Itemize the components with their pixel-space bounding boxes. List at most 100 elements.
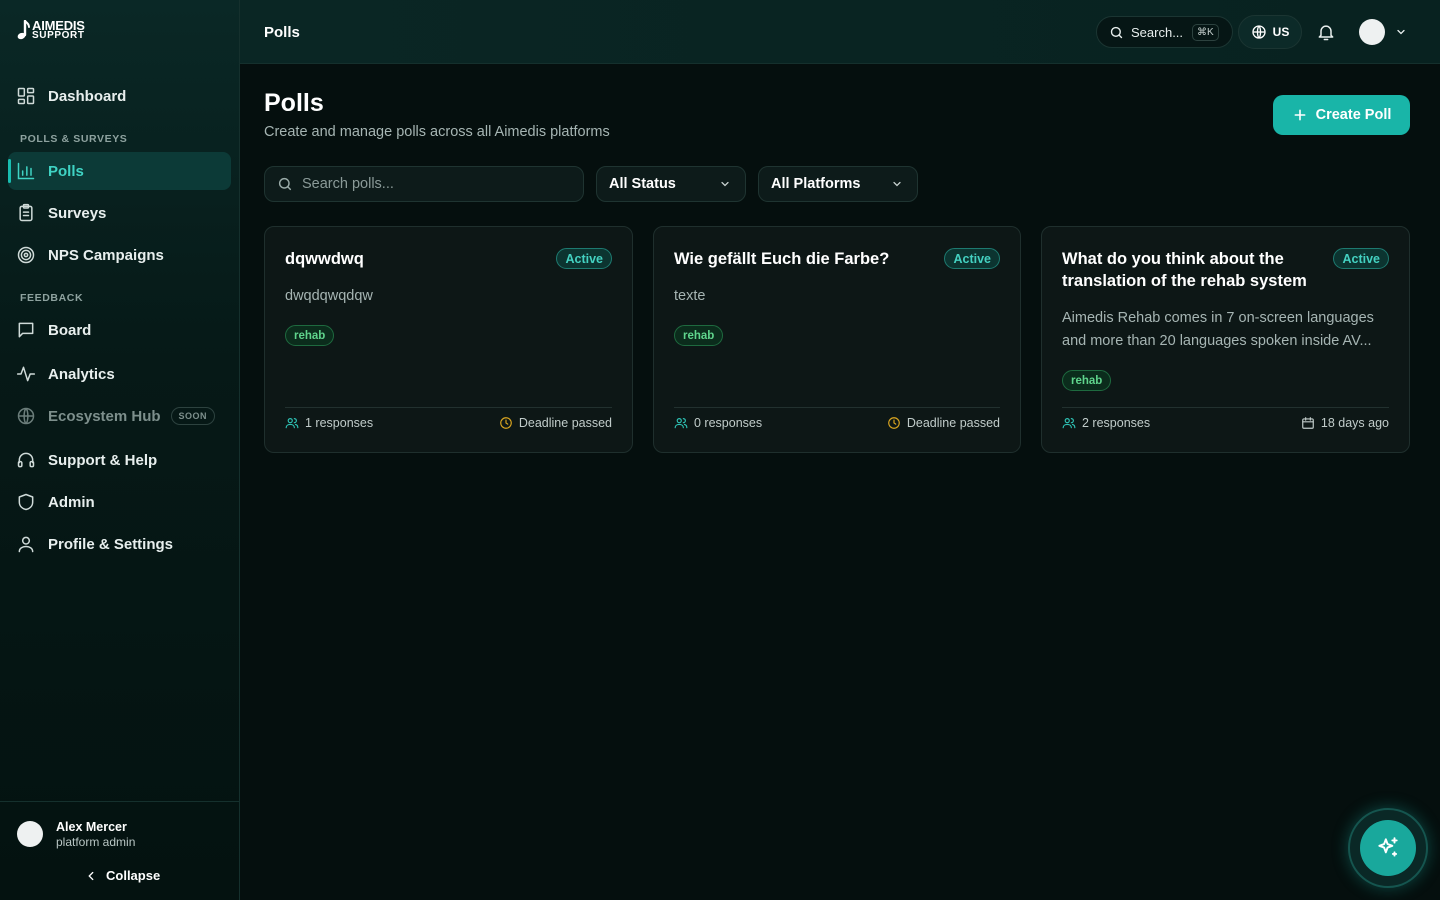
poll-title: What do you think about the translation … [1062, 250, 1307, 290]
card-divider [1062, 407, 1389, 408]
sidebar-item-label: Analytics [48, 365, 115, 383]
response-count: 0 responses [674, 416, 762, 430]
sidebar-item-label: Profile & Settings [48, 535, 174, 553]
chevron-down-icon [721, 181, 729, 187]
chevron-down-icon [893, 181, 901, 187]
activity-icon [16, 366, 36, 382]
sidebar-item-nps[interactable]: NPS Campaigns [8, 236, 231, 274]
avatar[interactable] [17, 821, 43, 847]
card-divider [674, 407, 1000, 408]
created-date-text: 18 days ago [1320, 416, 1389, 430]
create-poll-button[interactable]: Create Poll [1273, 95, 1410, 135]
user-block: Alex Mercer platform admin Collapse [0, 801, 239, 900]
search-icon [1110, 26, 1123, 38]
globe-icon [17, 407, 35, 425]
message-square-icon [18, 322, 34, 338]
poll-description: texte [674, 288, 706, 304]
chevron-down-icon[interactable] [1395, 26, 1407, 38]
platform-filter-value: All Platforms [771, 176, 861, 192]
search-label: Search... [1131, 24, 1184, 40]
poll-search-input[interactable] [302, 176, 562, 192]
deadline-status: Deadline passed [887, 416, 1000, 430]
poll-description: dwqdqwqdqw [285, 288, 373, 304]
card-divider [285, 407, 612, 408]
bell-icon[interactable] [1316, 22, 1336, 42]
ai-assistant-button[interactable] [1348, 808, 1428, 888]
poll-search-field [264, 166, 584, 202]
sidebar-item-label: Dashboard [48, 87, 127, 105]
create-poll-label: Create Poll [1315, 107, 1392, 123]
sidebar-item-label: Ecosystem Hub [48, 407, 161, 425]
users-icon [674, 418, 688, 429]
poll-description: Aimedis Rehab comes in 7 on-screen langu… [1062, 310, 1374, 349]
status-filter-select[interactable]: All Status [596, 166, 746, 202]
sidebar-item-surveys[interactable]: Surveys [8, 194, 231, 232]
sidebar-item-label: Polls [48, 162, 84, 180]
sidebar-item-ecosystem[interactable]: Ecosystem Hub SOON [8, 397, 231, 435]
platform-filter-select[interactable]: All Platforms [758, 166, 918, 202]
global-search-button[interactable]: Search... ⌘K [1096, 16, 1233, 48]
status-filter-value: All Status [609, 176, 676, 192]
sidebar-item-dashboard[interactable]: Dashboard [8, 77, 231, 115]
created-date: 18 days ago [1301, 416, 1389, 430]
sidebar-item-label: NPS Campaigns [48, 246, 164, 264]
platform-tag: rehab [285, 325, 335, 346]
clipboard-icon [19, 203, 33, 222]
status-badge: Active [1333, 248, 1389, 269]
clock-icon [500, 417, 512, 429]
headphones-icon [17, 452, 35, 468]
response-count-text: 2 responses [1082, 416, 1151, 430]
sidebar-item-analytics[interactable]: Analytics [8, 355, 231, 393]
sidebar-item-board[interactable]: Board [8, 311, 231, 349]
ai-assistant-inner [1360, 820, 1416, 876]
poll-card[interactable]: Wie gefällt Euch die Farbe? Active texte… [653, 226, 1021, 453]
topbar: Polls Search... ⌘K US [240, 0, 1440, 64]
users-icon [285, 418, 299, 429]
response-count-text: 1 responses [305, 416, 374, 430]
section-label-polls: POLLS & SURVEYS [20, 133, 128, 145]
target-icon [17, 246, 35, 264]
search-icon [278, 177, 292, 191]
brand-sub: SUPPORT [32, 30, 85, 41]
clock-icon [888, 417, 900, 429]
page-subtitle: Create and manage polls across all Aimed… [264, 124, 610, 140]
poll-title: dqwwdwq [285, 250, 364, 268]
sidebar-item-label: Board [48, 321, 92, 339]
user-name: Alex Mercer [56, 820, 127, 834]
sidebar-item-label: Support & Help [48, 451, 158, 469]
globe-icon [1251, 25, 1266, 39]
deadline-text: Deadline passed [906, 416, 1000, 430]
brand-logo[interactable]: AIMEDIS SUPPORT [16, 19, 85, 42]
users-icon [1062, 418, 1076, 429]
shield-icon [18, 493, 34, 511]
deadline-status: Deadline passed [499, 416, 612, 430]
music-note-icon [17, 20, 30, 40]
platform-tag: rehab [1062, 370, 1112, 391]
response-count: 2 responses [1062, 416, 1150, 430]
language-code: US [1272, 25, 1290, 39]
poll-card[interactable]: What do you think about the translation … [1041, 226, 1410, 453]
sidebar: AIMEDIS SUPPORT Dashboard POLLS & SURVEY… [0, 0, 240, 900]
page-title: Polls [264, 89, 324, 117]
poll-card[interactable]: dqwwdwq Active dwqdqwqdqw rehab 1 respon… [264, 226, 633, 453]
language-selector[interactable]: US [1238, 15, 1302, 49]
sparkles-icon [1378, 837, 1398, 857]
response-count-text: 0 responses [694, 416, 763, 430]
sidebar-item-polls[interactable]: Polls [8, 152, 231, 190]
section-label-feedback: FEEDBACK [20, 292, 84, 304]
sidebar-item-support[interactable]: Support & Help [8, 441, 231, 479]
sidebar-item-profile[interactable]: Profile & Settings [8, 525, 231, 563]
sidebar-item-label: Admin [48, 493, 95, 511]
user-avatar-button[interactable] [1359, 19, 1385, 45]
poll-title: Wie gefällt Euch die Farbe? [674, 250, 890, 268]
sidebar-item-label: Surveys [48, 204, 107, 222]
user-icon [18, 536, 34, 553]
soon-badge: SOON [170, 407, 216, 425]
calendar-icon [1302, 417, 1314, 429]
bar-chart-icon [17, 162, 35, 180]
keyboard-shortcut: ⌘K [1192, 23, 1219, 41]
sidebar-item-admin[interactable]: Admin [8, 483, 231, 521]
plus-icon [1294, 109, 1306, 121]
topbar-title: Polls [264, 24, 300, 41]
collapse-button[interactable]: Collapse [84, 868, 160, 883]
